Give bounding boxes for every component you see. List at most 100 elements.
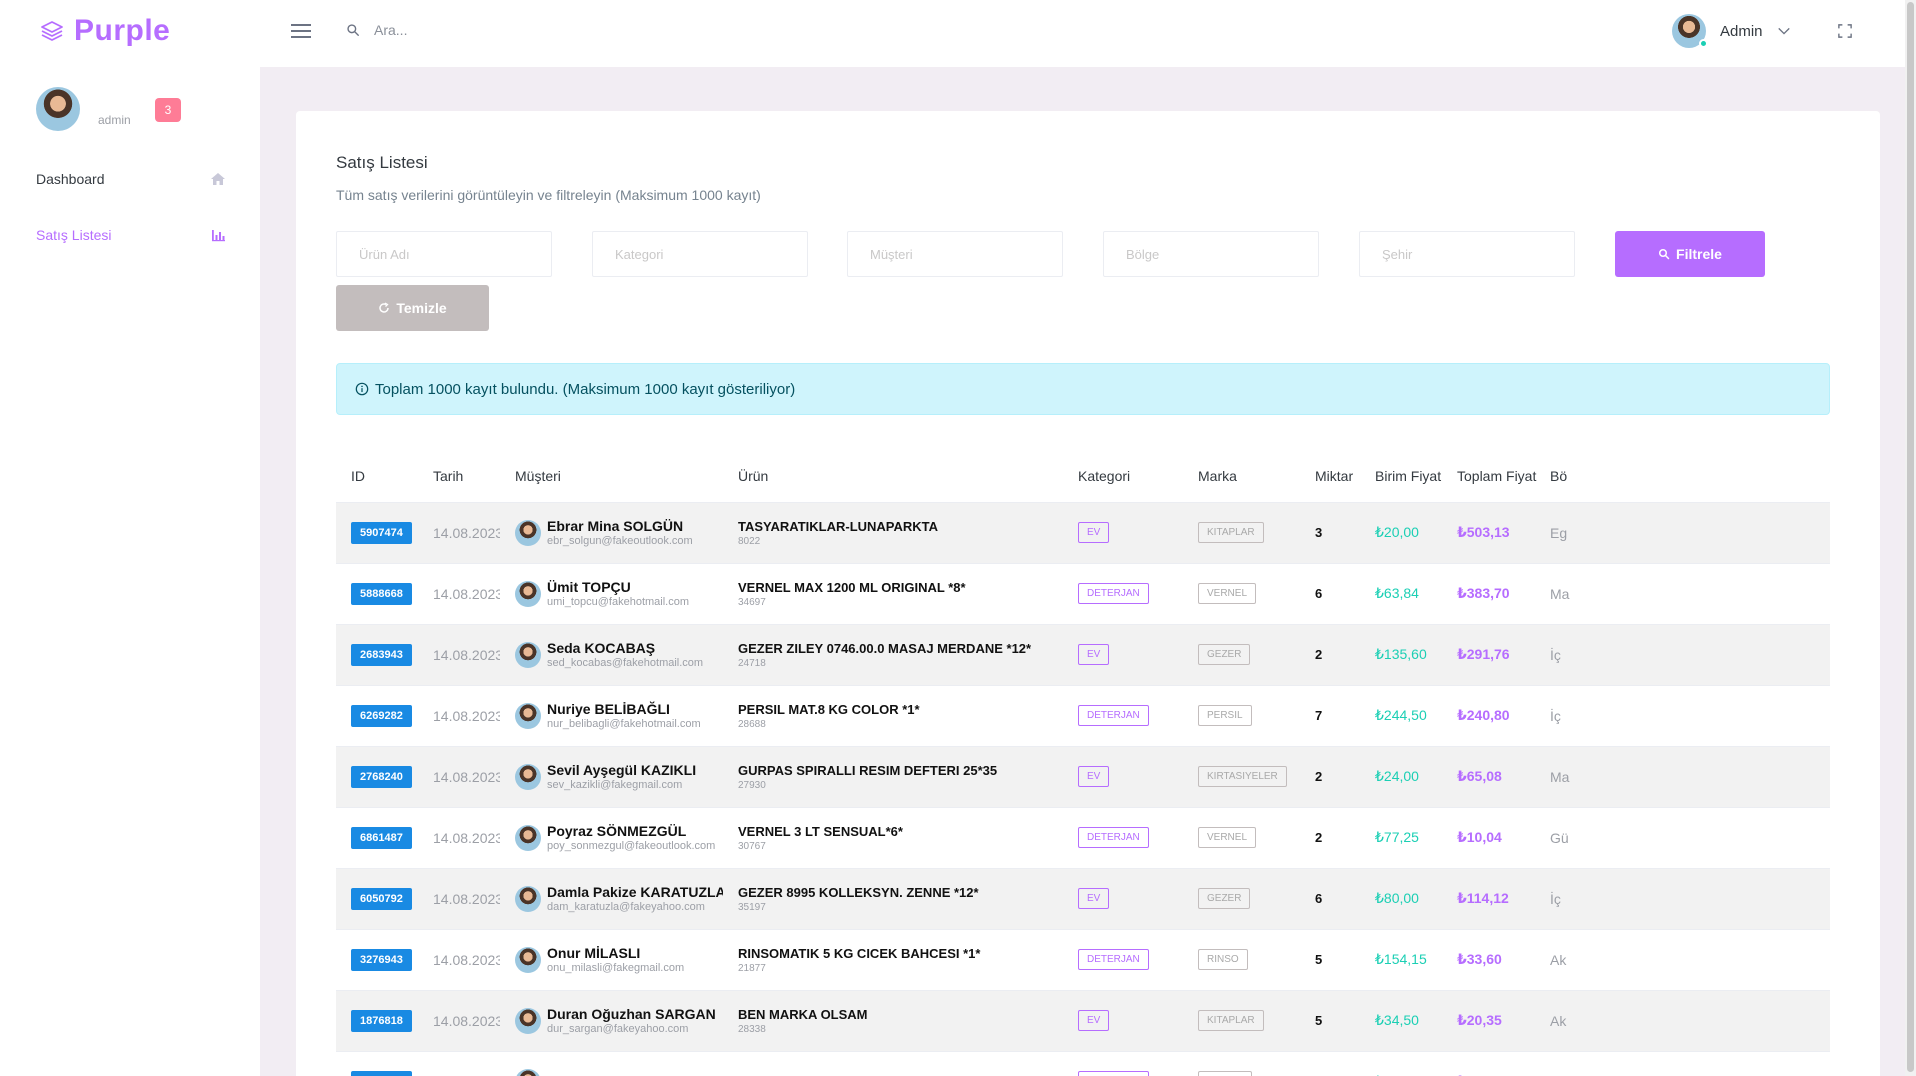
menu-toggle-icon[interactable]: [291, 24, 311, 40]
id-badge[interactable]: 5907474: [351, 521, 412, 544]
avatar: [515, 763, 541, 790]
table-row[interactable]: 2683943 14.08.2023 Seda KOCABAŞ sed_koca…: [336, 624, 1830, 685]
unit-price: ₺80,00: [1375, 890, 1419, 906]
clear-button[interactable]: Temizle: [336, 285, 489, 331]
customer-name: Nuriye BELİBAĞLI: [547, 701, 670, 717]
id-badge[interactable]: 6050792: [351, 887, 412, 910]
table-row[interactable]: 6861487 14.08.2023 Poyraz SÖNMEZGÜL poy_…: [336, 807, 1830, 868]
product-name: TASYARATIKLAR-LUNAPARKTA: [738, 518, 939, 534]
id-badge[interactable]: 1876818: [351, 1009, 412, 1032]
customer-name: Damla Pakize KARATUZLA: [547, 884, 723, 900]
home-icon: [211, 173, 225, 185]
city-filter[interactable]: [1359, 231, 1575, 277]
customer-name: Onur MİLASLI: [547, 945, 641, 961]
region: İç: [1550, 707, 1561, 724]
column-header[interactable]: Miktar: [1300, 451, 1360, 503]
sidebar-item-label: Dashboard: [36, 171, 105, 187]
product-code: 27930: [738, 779, 766, 791]
product-name-filter[interactable]: [336, 231, 552, 277]
column-header[interactable]: Ürün: [723, 451, 1063, 503]
brand-badge: RINSO: [1198, 949, 1248, 970]
region: Ma: [1550, 585, 1570, 602]
customer-cell: Poyraz SÖNMEZGÜL poy_sonmezgul@fakeoutlo…: [515, 823, 723, 852]
category-badge: DETERJAN: [1078, 705, 1149, 726]
sidebar-item-sales-list[interactable]: Satış Listesi: [36, 227, 226, 243]
product-name: VERNEL 3 LT SENSUAL*6*: [738, 823, 903, 839]
customer-cell: Duran Oğuzhan SARGAN dur_sargan@fakeyaho…: [515, 1006, 723, 1035]
id-badge[interactable]: 1989597: [351, 1070, 412, 1076]
brand-badge: PERSIL: [1198, 705, 1252, 726]
alert-text: Toplam 1000 kayıt bulundu. (Maksimum 100…: [375, 380, 796, 398]
region: Ak: [1550, 951, 1567, 968]
customer-name: Ümit TOPÇU: [547, 579, 631, 595]
notification-badge[interactable]: 3: [155, 98, 181, 122]
quantity: 2: [1315, 830, 1323, 845]
product-name: GEZER ZILEY 0746.00.0 MASAJ MERDANE *12*: [738, 640, 1032, 656]
table-row[interactable]: 1876818 14.08.2023 Duran Oğuzhan SARGAN …: [336, 990, 1830, 1051]
online-status-dot: [1699, 39, 1708, 48]
fullscreen-icon[interactable]: [1838, 24, 1852, 38]
table-row[interactable]: 1989597 14.08.2023 Fatmanur KOCAÇAL PERS…: [336, 1051, 1830, 1076]
id-badge[interactable]: 6269282: [351, 704, 412, 727]
category-filter[interactable]: [592, 231, 808, 277]
column-header[interactable]: Kategori: [1063, 451, 1183, 503]
page-description: Tüm satış verilerini görüntüleyin ve fil…: [336, 187, 761, 203]
column-header[interactable]: Müşteri: [500, 451, 723, 503]
table-row[interactable]: 2768240 14.08.2023 Sevil Ayşegül KAZIKLI…: [336, 746, 1830, 807]
table-row[interactable]: 6269282 14.08.2023 Nuriye BELİBAĞLI nur_…: [336, 685, 1830, 746]
customer-cell: Fatmanur KOCAÇAL: [515, 1068, 723, 1076]
scrollbar-thumb[interactable]: [1907, 2, 1914, 1072]
region: İç: [1550, 890, 1561, 907]
id-badge[interactable]: 2683943: [351, 643, 412, 666]
customer-cell: Onur MİLASLI onu_milasli@fakegmail.com: [515, 945, 723, 974]
total-price: ₺240,80: [1457, 707, 1510, 723]
sales-table-container[interactable]: ID Tarih Müşteri Ürün Kategori Marka Mik…: [336, 451, 1830, 1076]
customer-email: dam_karatuzla@fakeyahoo.com: [547, 901, 705, 913]
sale-date: 14.08.2023: [433, 768, 500, 785]
column-header[interactable]: Toplam Fiyat: [1442, 451, 1536, 503]
sidebar-item-dashboard[interactable]: Dashboard: [36, 171, 226, 187]
sidebar-profile[interactable]: admin: [36, 87, 131, 131]
column-header[interactable]: Bö: [1535, 451, 1830, 503]
table-row[interactable]: 5907474 14.08.2023 Ebrar Mina SOLGÜN ebr…: [336, 502, 1830, 563]
product-name: VERNEL MAX 1200 ML ORIGINAL *8*: [738, 579, 966, 595]
sale-date: 14.08.2023: [433, 951, 500, 968]
id-badge[interactable]: 2768240: [351, 765, 412, 788]
table-row[interactable]: 6050792 14.08.2023 Damla Pakize KARATUZL…: [336, 868, 1830, 929]
total-price: ₺114,12: [1457, 890, 1509, 906]
category-badge: EV: [1078, 522, 1110, 543]
column-header[interactable]: Marka: [1183, 451, 1300, 503]
id-badge[interactable]: 5888668: [351, 582, 412, 605]
category-badge: DETERJAN: [1078, 949, 1149, 970]
filter-button[interactable]: Filtrele: [1615, 231, 1765, 277]
unit-price: ₺77,25: [1375, 829, 1419, 845]
table-row[interactable]: 3276943 14.08.2023 Onur MİLASLI onu_mila…: [336, 929, 1830, 990]
total-price: ₺503,13: [1457, 524, 1510, 540]
unit-price: ₺34,50: [1375, 1012, 1419, 1028]
customer-filter[interactable]: [847, 231, 1063, 277]
column-header[interactable]: ID: [336, 451, 418, 503]
column-header[interactable]: Tarih: [418, 451, 500, 503]
search-icon: [1659, 249, 1670, 260]
brand-badge: PERSIL: [1198, 1071, 1252, 1076]
table-header-row: ID Tarih Müşteri Ürün Kategori Marka Mik…: [336, 451, 1830, 503]
category-badge: DETERJAN: [1078, 1071, 1149, 1076]
column-header[interactable]: Birim Fiyat: [1360, 451, 1442, 503]
unit-price: ₺244,50: [1375, 707, 1427, 723]
product-code: 28688: [738, 718, 766, 730]
customer-cell: Damla Pakize KARATUZLA dam_karatuzla@fak…: [515, 884, 723, 913]
region-filter[interactable]: [1103, 231, 1319, 277]
customer-email: sev_kazikli@fakegmail.com: [547, 779, 683, 791]
product-code: 34697: [738, 596, 766, 608]
brand[interactable]: Purple: [40, 14, 170, 48]
table-row[interactable]: 5888668 14.08.2023 Ümit TOPÇU umi_topcu@…: [336, 563, 1830, 624]
brand-name: Purple: [74, 14, 171, 47]
filter-button-label: Filtrele: [1676, 246, 1722, 262]
id-badge[interactable]: 6861487: [351, 826, 412, 849]
avatar: [515, 824, 541, 851]
product-code: 30767: [738, 840, 766, 852]
search-input[interactable]: [374, 22, 674, 38]
id-badge[interactable]: 3276943: [351, 948, 412, 971]
user-menu[interactable]: Admin: [1672, 14, 1791, 48]
bar-chart-icon: [212, 230, 225, 242]
